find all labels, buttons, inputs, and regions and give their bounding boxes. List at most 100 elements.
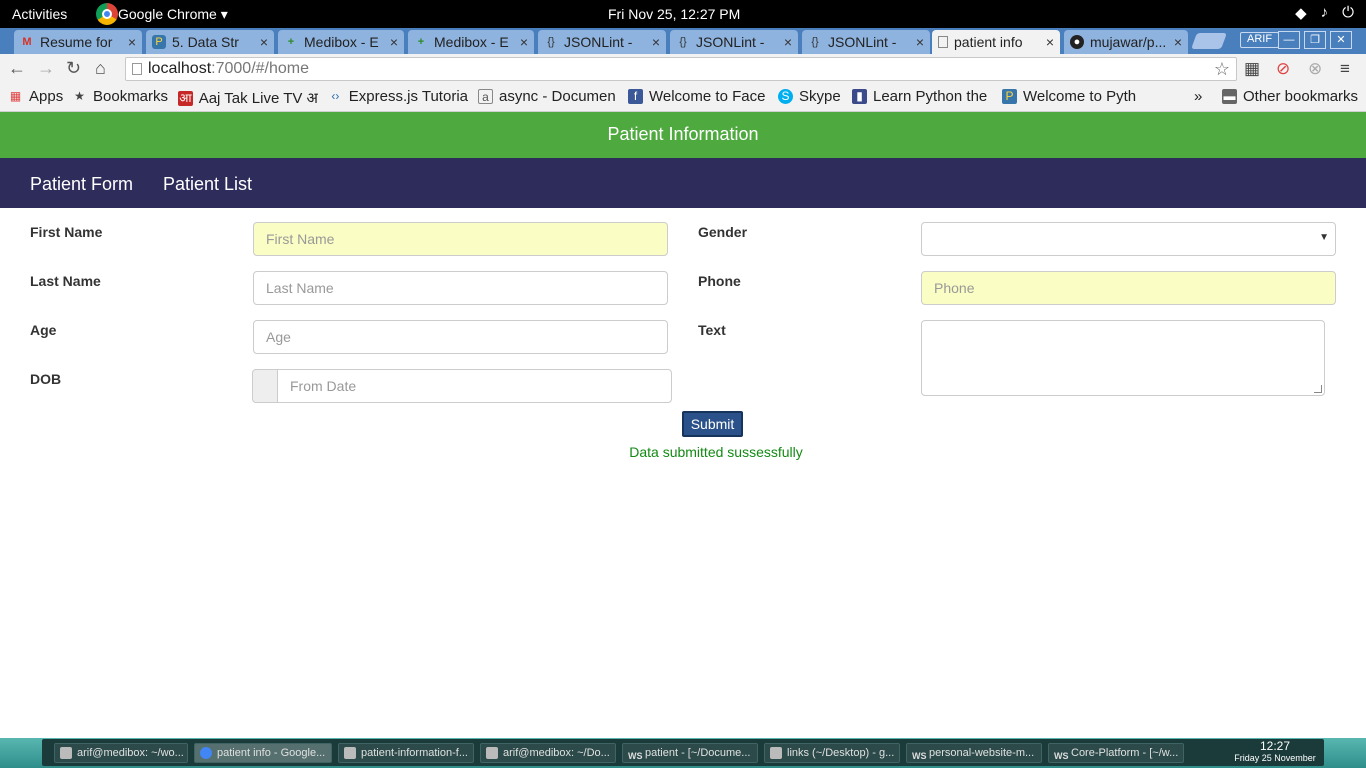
reload-icon[interactable]: ↻ <box>66 58 81 79</box>
phone-input[interactable]: Phone <box>921 271 1336 305</box>
close-window-icon[interactable]: ✕ <box>1330 31 1352 49</box>
tab-title: JSONLint - <box>696 34 765 50</box>
menu-icon[interactable]: ≡ <box>1340 59 1350 79</box>
system-clock[interactable]: Fri Nov 25, 12:27 PM <box>608 6 740 22</box>
bookmark-label: Aaj Tak Live TV अ <box>198 90 318 107</box>
nav-patient-form[interactable]: Patient Form <box>30 174 133 195</box>
calendar-addon[interactable] <box>252 369 278 403</box>
taskbar-item[interactable]: links (~/Desktop) - g... <box>764 743 900 763</box>
text-area[interactable] <box>921 320 1325 396</box>
tab-active[interactable]: patient info × <box>932 30 1060 54</box>
back-icon[interactable]: ← <box>8 58 26 79</box>
taskbar-item[interactable]: WS patient - [~/Docume... <box>622 743 758 763</box>
tab-title: Medibox - E <box>304 34 379 50</box>
power-icon[interactable]: ⏻ <box>1342 4 1354 22</box>
taskbar-window-list: arif@medibox: ~/wo... patient info - Goo… <box>42 739 1324 766</box>
phone-label: Phone <box>698 273 741 289</box>
bookmark-apps[interactable]: ▦ Apps <box>8 88 63 105</box>
volume-icon[interactable]: ♪ <box>1321 4 1329 22</box>
bookmark-aajtak[interactable]: आ Aaj Tak Live TV अ <box>178 88 318 108</box>
close-icon[interactable]: × <box>520 34 528 50</box>
apps-grid-icon: ▦ <box>9 89 22 103</box>
tab[interactable]: + Medibox - E × <box>278 30 404 54</box>
tab[interactable]: {} JSONLint - × <box>670 30 798 54</box>
bookmark-bookmarks[interactable]: ★ Bookmarks <box>72 88 168 105</box>
bookmark-python[interactable]: P Welcome to Pyth <box>1002 88 1140 105</box>
async-icon: a <box>478 89 493 104</box>
close-icon[interactable]: × <box>652 34 660 50</box>
page-icon <box>938 36 948 48</box>
medibox-icon: + <box>417 36 425 48</box>
close-icon[interactable]: × <box>390 34 398 50</box>
json-icon: {} <box>547 36 555 48</box>
bookmark-skype[interactable]: S Skype <box>778 88 841 105</box>
address-bar[interactable]: localhost:7000/#/home ☆ <box>125 57 1237 81</box>
activities-button[interactable]: Activities <box>12 6 67 22</box>
browser-tab-strip: M Resume for × P 5. Data Str × + Medibox… <box>0 28 1366 54</box>
nav-patient-list[interactable]: Patient List <box>163 174 252 195</box>
app-menu[interactable]: Google Chrome ▾ <box>96 0 228 28</box>
taskbar-item[interactable]: WS Core-Platform - [~/w... <box>1048 743 1184 763</box>
taskbar-item[interactable]: patient-information-f... <box>338 743 474 763</box>
taskbar-item-label: personal-website-m... <box>929 747 1035 759</box>
extension-grey-icon[interactable]: ⊗ <box>1308 59 1322 79</box>
close-icon[interactable]: × <box>128 34 136 50</box>
bookmark-async[interactable]: a async - Documen <box>478 88 616 105</box>
text-label: Text <box>698 322 726 338</box>
taskbar-item[interactable]: arif@medibox: ~/wo... <box>54 743 188 763</box>
bookmark-star-icon[interactable]: ☆ <box>1214 58 1230 80</box>
facebook-icon: f <box>628 89 643 104</box>
maximize-icon[interactable]: ❐ <box>1304 31 1326 49</box>
document-icon <box>344 747 356 759</box>
minimize-icon[interactable]: — <box>1278 31 1300 49</box>
chrome-icon <box>200 747 212 759</box>
json-icon: {} <box>679 36 687 48</box>
code-icon: ‹› <box>331 89 340 103</box>
forward-icon[interactable]: → <box>37 58 55 79</box>
gender-label: Gender <box>698 224 748 240</box>
bookmark-facebook[interactable]: f Welcome to Face <box>628 88 766 105</box>
taskbar-item[interactable]: arif@medibox: ~/Do... <box>480 743 616 763</box>
taskbar-clock[interactable]: 12:27 Friday 25 November <box>1230 740 1320 764</box>
tab[interactable]: M Resume for × <box>14 30 142 54</box>
close-icon[interactable]: × <box>916 34 924 50</box>
extension-block-icon[interactable]: ⊘ <box>1276 59 1290 79</box>
tab[interactable]: {} JSONLint - × <box>802 30 930 54</box>
bookmark-other[interactable]: ▬ Other bookmarks <box>1222 88 1358 105</box>
bookmark-express[interactable]: ‹› Express.js Tutoria <box>328 88 468 105</box>
profile-button[interactable]: ARIF <box>1240 32 1280 48</box>
bookmark-label: Apps <box>29 88 64 105</box>
new-tab-button[interactable] <box>1191 33 1227 49</box>
tab[interactable]: P 5. Data Str × <box>146 30 274 54</box>
book-icon: ▮ <box>852 89 867 104</box>
dob-input[interactable]: From Date <box>277 369 672 403</box>
last-name-input[interactable]: Last Name <box>253 271 668 305</box>
close-icon[interactable]: × <box>784 34 792 50</box>
resize-grip-icon[interactable] <box>1314 385 1322 393</box>
page-info-icon[interactable] <box>132 63 142 75</box>
age-input[interactable]: Age <box>253 320 668 354</box>
skype-icon: S <box>778 89 793 104</box>
bookmark-learn-python[interactable]: ▮ Learn Python the <box>852 88 990 105</box>
python-icon: P <box>1002 89 1017 104</box>
tab[interactable]: ● mujawar/p... × <box>1064 30 1188 54</box>
browser-toolbar: ← → ↻ ⌂ localhost:7000/#/home ☆ ▦ ⊘ ⊗ ≡ <box>0 54 1366 84</box>
bookmark-label: Learn Python the <box>873 88 988 105</box>
tab-title: mujawar/p... <box>1090 34 1167 50</box>
taskbar-item[interactable]: WS personal-website-m... <box>906 743 1042 763</box>
close-icon[interactable]: × <box>1174 34 1182 50</box>
system-tray[interactable]: ◆ ♪ ⏻ <box>1295 4 1354 22</box>
extension-film-icon[interactable]: ▦ <box>1244 59 1260 79</box>
tab[interactable]: {} JSONLint - × <box>538 30 666 54</box>
gender-select[interactable]: ▼ <box>921 222 1336 256</box>
taskbar-item-active[interactable]: patient info - Google... <box>194 743 332 763</box>
first-name-input[interactable]: First Name <box>253 222 668 256</box>
wifi-icon[interactable]: ◆ <box>1295 4 1307 22</box>
bookmarks-overflow-chevron[interactable]: » <box>1194 88 1202 105</box>
close-icon[interactable]: × <box>260 34 268 50</box>
close-icon[interactable]: × <box>1046 34 1054 50</box>
tab-title: Medibox - E <box>434 34 509 50</box>
home-icon[interactable]: ⌂ <box>95 58 106 79</box>
tab[interactable]: + Medibox - E × <box>408 30 534 54</box>
submit-button[interactable]: Submit <box>682 411 743 437</box>
